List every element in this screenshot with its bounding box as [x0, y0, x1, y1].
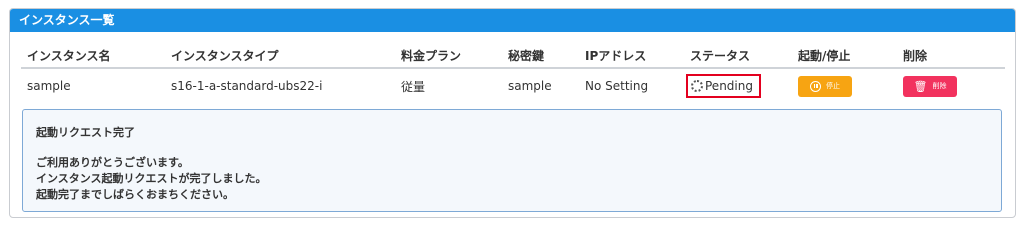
col-header-status: ステータス — [684, 43, 792, 69]
pause-circle-icon — [810, 80, 821, 92]
status-cell: Pending — [684, 68, 792, 101]
pricing-plan: 従量 — [401, 79, 426, 94]
start-stop-cell: 停止 — [792, 68, 897, 101]
trash-icon: 🗑 — [913, 79, 928, 93]
stop-button-label: 停止 — [826, 82, 840, 90]
notification-box: 起動リクエスト完了 ご利用ありがとうございます。 インスタンス起動リクエストが完… — [22, 109, 1002, 212]
col-header-delete: 削除 — [897, 43, 1005, 69]
table-header-row: インスタンス名 インスタンスタイプ 料金プラン 秘密鍵 IPアドレス ステータス… — [21, 43, 1005, 69]
ip-address: No Setting — [585, 79, 649, 93]
col-header-name: インスタンス名 — [21, 43, 165, 69]
notification-line: 起動完了までしばらくおまちください。 — [36, 188, 234, 201]
status-text: Pending — [705, 79, 753, 93]
delete-button[interactable]: 🗑 削除 — [903, 75, 957, 97]
col-header-key: 秘密鍵 — [502, 43, 579, 69]
col-header-plan: 料金プラン — [395, 43, 502, 69]
panel-title: インスタンス一覧 — [10, 9, 1015, 32]
spinner-icon — [691, 80, 703, 92]
notification-line: インスタンス起動リクエストが完了しました。 — [36, 172, 267, 185]
status-badge: Pending — [686, 74, 761, 98]
col-header-ip: IPアドレス — [579, 43, 684, 69]
stop-button[interactable]: 停止 — [798, 75, 852, 97]
delete-cell: 🗑 削除 — [897, 68, 1005, 101]
instance-name: sample — [27, 79, 71, 93]
secret-key: sample — [508, 79, 552, 93]
instance-type: s16-1-a-standard-ubs22-i — [171, 79, 323, 93]
notification-title: 起動リクエスト完了 — [36, 126, 135, 139]
delete-button-label: 削除 — [932, 82, 947, 90]
col-header-start-stop: 起動/停止 — [792, 43, 897, 69]
instance-list-panel: インスタンス一覧 インスタンス名 インスタンスタイプ 料金プラン 秘密鍵 IPア… — [9, 8, 1016, 218]
col-header-type: インスタンスタイプ — [165, 43, 395, 69]
instance-table: インスタンス名 インスタンスタイプ 料金プラン 秘密鍵 IPアドレス ステータス… — [21, 43, 1005, 101]
table-row: sample s16-1-a-standard-ubs22-i 従量 sampl… — [21, 68, 1005, 101]
notification-line: ご利用ありがとうございます。 — [36, 156, 189, 169]
